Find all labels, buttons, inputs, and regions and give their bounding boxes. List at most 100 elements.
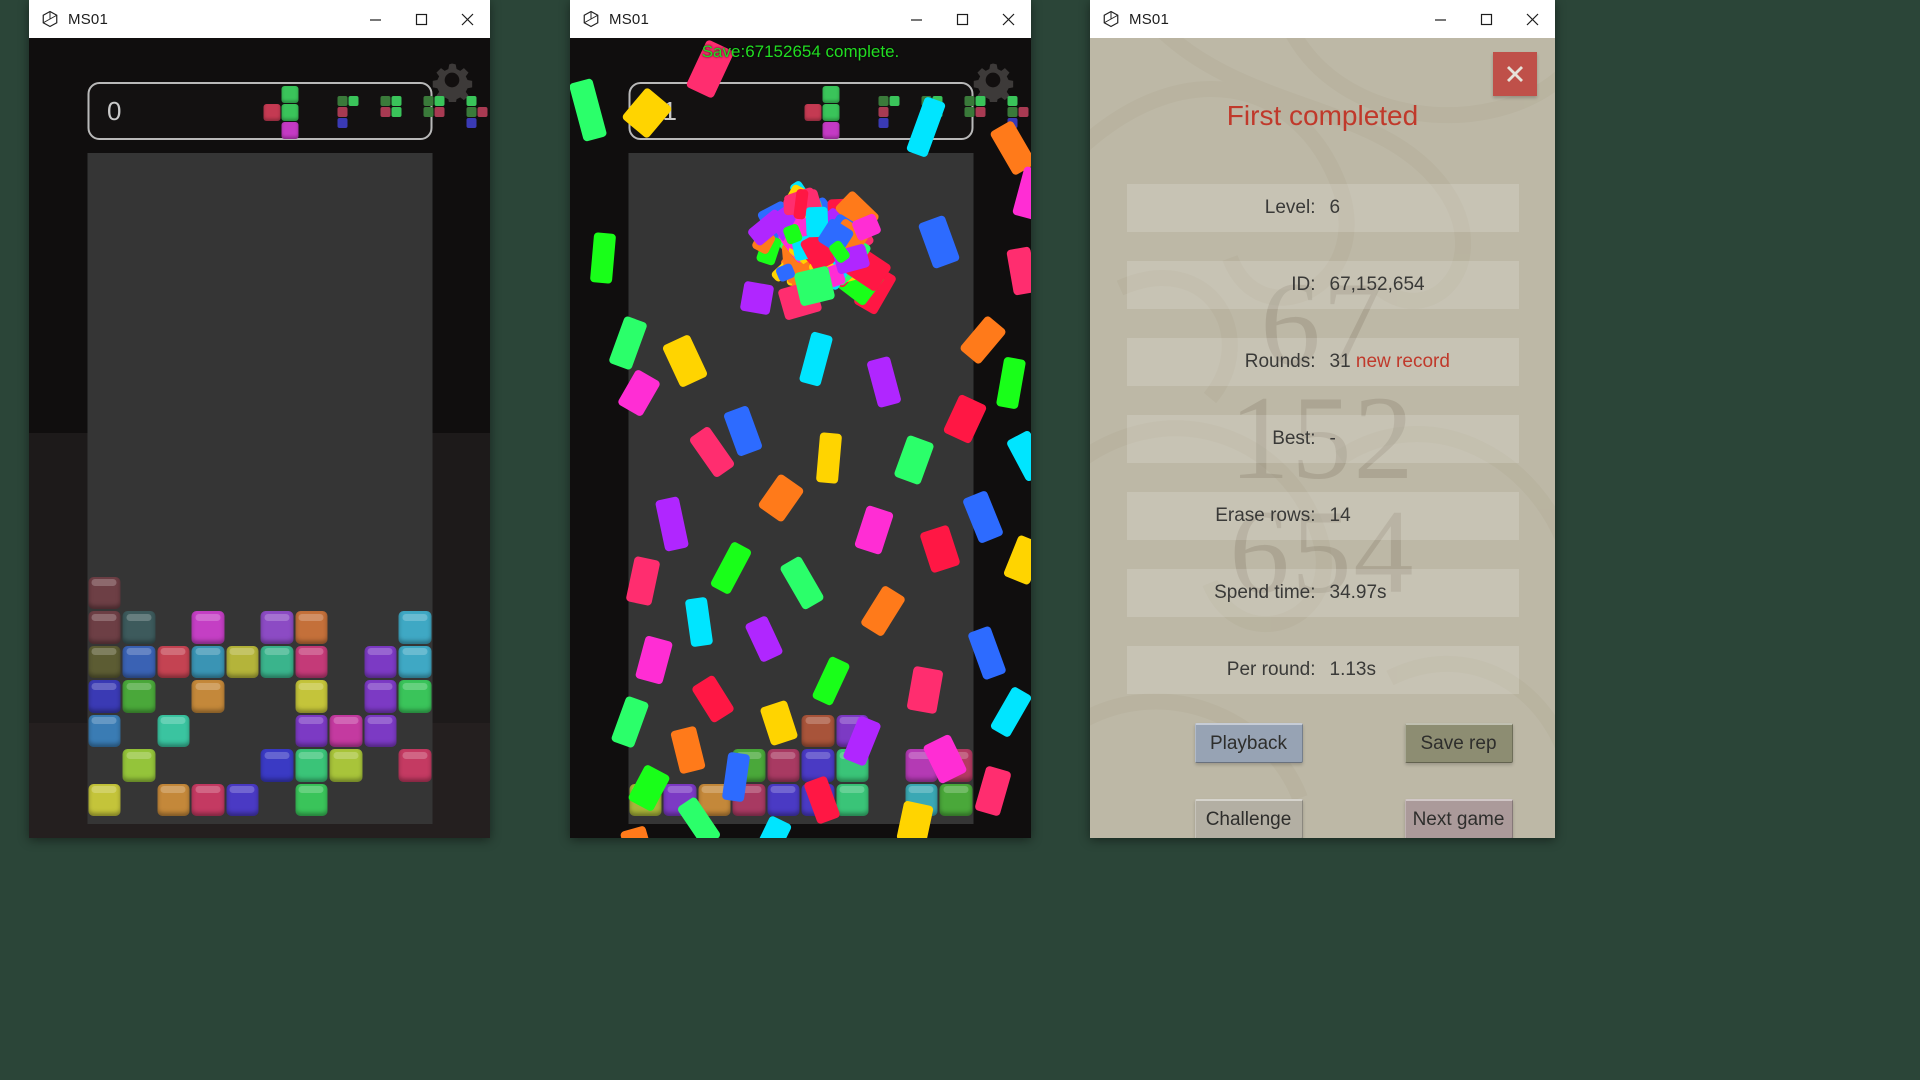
close-results-button[interactable] <box>1493 52 1537 96</box>
piece-block <box>423 96 433 106</box>
maximize-icon[interactable] <box>398 0 444 38</box>
block-cell <box>364 715 397 748</box>
block-cell <box>157 715 190 748</box>
queued-piece <box>964 96 996 128</box>
block-cell <box>226 646 259 679</box>
block-cell <box>364 646 397 679</box>
queued-piece <box>423 96 455 128</box>
block-cell <box>399 646 432 679</box>
stat-value: 6 <box>1323 197 1519 219</box>
window-controls-2 <box>893 0 1031 38</box>
piece-block <box>281 86 298 103</box>
playback-button[interactable]: Playback <box>1195 723 1303 763</box>
block-cell <box>192 646 225 679</box>
score-panel-1: 0 <box>87 82 432 140</box>
window-game-start[interactable]: MS01 <box>29 0 490 838</box>
stat-value: 14 <box>1323 505 1519 527</box>
stat-value-text: 34.97s <box>1330 582 1387 603</box>
piece-block <box>391 107 401 117</box>
window-results[interactable]: MS01 <box>1090 0 1555 838</box>
maximize-icon[interactable] <box>1463 0 1509 38</box>
close-icon[interactable] <box>1509 0 1555 38</box>
titlebar-window-1[interactable]: MS01 <box>29 0 490 38</box>
block-cell <box>123 749 156 782</box>
next-game-button[interactable]: Next game <box>1405 799 1513 838</box>
window-game-finished[interactable]: MS01 Save:67152654 complete. <box>570 0 1031 838</box>
block-cell <box>123 611 156 644</box>
results-button-grid: Playback Save rep Challenge Next game <box>1123 723 1523 838</box>
stat-value: 67,152,654 <box>1323 274 1519 296</box>
piece-block <box>391 96 401 106</box>
minimize-icon[interactable] <box>893 0 939 38</box>
desktop-background: MS01 <box>0 0 1920 1080</box>
piece-block <box>878 96 888 106</box>
stat-value-text: 31 <box>1330 351 1351 372</box>
game-board-1[interactable] <box>87 153 432 824</box>
queued-piece <box>337 96 369 128</box>
titlebar-window-2[interactable]: MS01 <box>570 0 1031 38</box>
piece-block <box>878 118 888 128</box>
piece-block <box>477 107 487 117</box>
minimize-icon[interactable] <box>1417 0 1463 38</box>
piece-block <box>822 122 839 139</box>
piece-block <box>878 107 888 117</box>
confetti-piece <box>816 432 842 484</box>
piece-block <box>1007 107 1017 117</box>
stat-row: Spend time: 34.97s <box>1127 569 1519 617</box>
stat-label: Spend time: <box>1127 582 1323 604</box>
close-icon[interactable] <box>985 0 1031 38</box>
block-cell <box>88 577 121 610</box>
stat-label: Rounds: <box>1127 351 1323 373</box>
preview-strip-1 <box>185 84 430 138</box>
stat-value-text: 6 <box>1330 197 1341 218</box>
unity-logo-icon <box>1102 10 1120 28</box>
piece-block <box>281 122 298 139</box>
score-value: 0 <box>107 96 185 127</box>
titlebar-window-3[interactable]: MS01 <box>1090 0 1555 38</box>
game-area-2[interactable]: Save:67152654 complete. 31 <box>570 38 1031 838</box>
challenge-button[interactable]: Challenge <box>1195 799 1303 838</box>
piece-block <box>434 96 444 106</box>
current-piece <box>263 86 319 142</box>
stat-label: Best: <box>1127 428 1323 450</box>
piece-block <box>466 96 476 106</box>
maximize-icon[interactable] <box>939 0 985 38</box>
piece-block <box>263 104 280 121</box>
close-icon[interactable] <box>444 0 490 38</box>
block-cell <box>88 611 121 644</box>
piece-block <box>804 104 821 121</box>
stat-value-text: 1.13s <box>1330 659 1376 680</box>
stats-list: Level:6ID:67,152,654Rounds:31 new record… <box>1090 184 1555 694</box>
block-cell <box>226 784 259 817</box>
queued-piece <box>878 96 910 128</box>
current-piece <box>804 86 860 142</box>
piece-block <box>281 104 298 121</box>
block-cell <box>802 715 835 748</box>
block-cell <box>88 784 121 817</box>
block-cell <box>295 715 328 748</box>
piece-block <box>434 107 444 117</box>
block-cell <box>88 680 121 713</box>
piece-block <box>348 96 358 106</box>
block-cell <box>940 784 973 817</box>
block-cell <box>123 646 156 679</box>
block-cell <box>295 646 328 679</box>
game-area-1[interactable]: 0 <box>29 38 490 838</box>
new-record-badge: new record <box>1351 351 1450 372</box>
piece-block <box>337 107 347 117</box>
piece-block <box>1018 107 1028 117</box>
block-cell <box>295 749 328 782</box>
save-complete-message: Save:67152654 complete. <box>570 42 1031 62</box>
close-icon <box>1500 59 1530 89</box>
minimize-icon[interactable] <box>352 0 398 38</box>
save-rep-button[interactable]: Save rep <box>1405 723 1513 763</box>
block-cell <box>192 784 225 817</box>
results-panel: 67 152 654 First completed Level:6ID:67,… <box>1090 38 1555 838</box>
piece-block <box>964 107 974 117</box>
unity-logo-icon <box>41 10 59 28</box>
stat-row: Rounds: 31 new record <box>1127 338 1519 386</box>
piece-block <box>822 104 839 121</box>
window-controls-3 <box>1417 0 1555 38</box>
block-cell <box>123 680 156 713</box>
stat-label: Per round: <box>1127 659 1323 681</box>
